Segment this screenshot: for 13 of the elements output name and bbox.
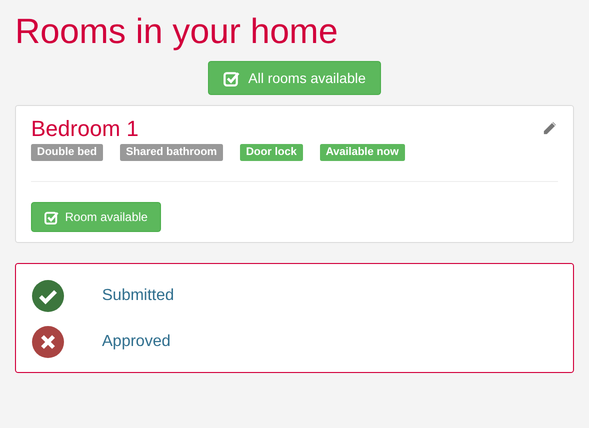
feature-tag: Door lock	[240, 144, 303, 161]
checkbox-icon	[223, 70, 240, 86]
feature-tag: Double bed	[31, 144, 103, 161]
room-available-button[interactable]: Room available	[31, 202, 161, 232]
page-title: Rooms in your home	[15, 12, 338, 52]
room-name: Bedroom 1	[31, 116, 139, 142]
feature-tag: Available now	[320, 144, 405, 161]
all-rooms-button[interactable]: All rooms available	[208, 61, 381, 95]
status-label: Approved	[102, 332, 170, 352]
pencil-icon[interactable]	[542, 120, 558, 136]
status-label: Submitted	[102, 286, 174, 306]
feature-tag: Shared bathroom	[120, 144, 223, 161]
checkbox-icon	[44, 210, 59, 224]
